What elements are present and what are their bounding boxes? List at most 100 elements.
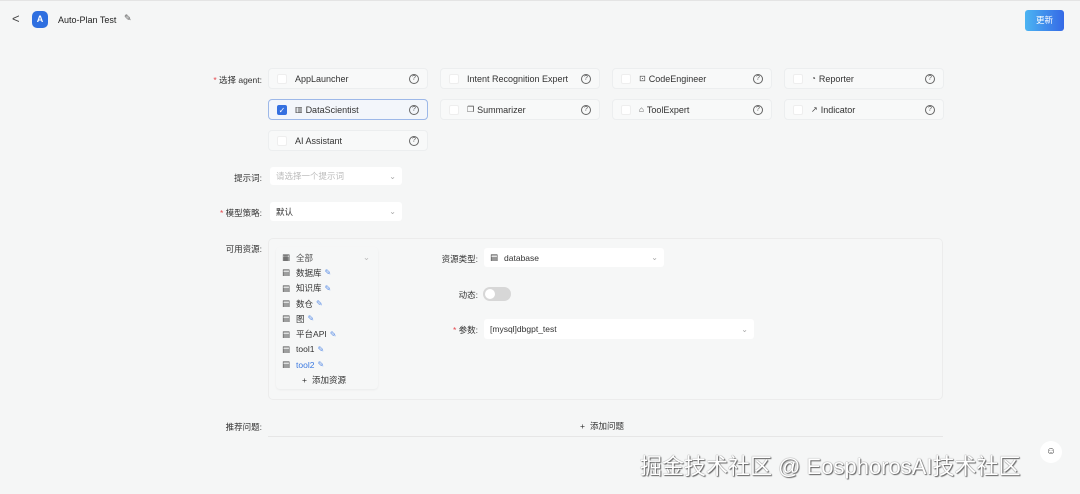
help-icon[interactable]: ?: [409, 135, 419, 146]
resource-list: ▦ 全部 ⌄ ▤ 数据库 ✎ ▤ 知识库 ✎ ▤ 数仓 ✎ ▤ 图 ✎ ▤ 平台API ✎ ▤ tool1 ✎ ▤ too…: [276, 247, 378, 389]
checkbox[interactable]: [449, 73, 459, 84]
edit-icon[interactable]: ✎: [308, 314, 315, 323]
add-question-button[interactable]: + 添加问题: [580, 420, 624, 432]
help-icon[interactable]: ?: [925, 104, 935, 115]
help-icon[interactable]: ?: [753, 104, 763, 115]
chevron-down-icon: ⌄: [741, 324, 748, 334]
database-icon: ▤: [282, 282, 291, 293]
params-value: [mysql]dbgpt_test: [490, 324, 557, 334]
agent-name: DataScientist: [305, 104, 359, 115]
agent-label: * 选择 agent:: [213, 75, 262, 85]
help-icon[interactable]: ?: [409, 73, 419, 84]
agent-name: Indicator: [820, 104, 856, 115]
database-icon: ▤: [282, 328, 291, 339]
agent-option[interactable]: AI Assistant?: [268, 130, 428, 151]
agent-option[interactable]: ⊡ CodeEngineer?: [612, 68, 772, 89]
edit-icon[interactable]: ✎: [316, 299, 323, 308]
resource-item[interactable]: ▤ 平台API ✎: [276, 326, 378, 341]
agent-icon: ▥: [295, 105, 303, 114]
resource-item[interactable]: ▤ 数仓 ✎: [276, 296, 378, 311]
agent-option[interactable]: ❐ Summarizer?: [440, 99, 600, 120]
agent-name: AppLauncher: [295, 73, 349, 84]
edit-title-icon[interactable]: ✎: [124, 13, 132, 24]
database-icon: ▤: [282, 359, 291, 370]
checkbox[interactable]: [277, 73, 287, 84]
divider: [268, 436, 943, 437]
app-title: Auto-Plan Test: [58, 15, 117, 25]
plus-icon: +: [580, 421, 585, 431]
agent-name: ToolExpert: [646, 104, 690, 115]
add-resource-label: 添加资源: [311, 375, 346, 386]
dynamic-label: 动态:: [458, 290, 478, 300]
resource-name: tool2: [296, 359, 315, 370]
resource-name: 知识库: [296, 283, 322, 294]
help-icon[interactable]: ?: [753, 73, 763, 84]
resource-item[interactable]: ▤ tool1 ✎: [276, 342, 378, 357]
agent-icon: ↗: [811, 105, 818, 114]
agent-icon: ❐: [467, 105, 475, 114]
add-question-label: 添加问题: [589, 421, 624, 431]
edit-icon[interactable]: ✎: [325, 284, 332, 293]
params-label: * 参数:: [452, 325, 478, 335]
edit-icon[interactable]: ✎: [330, 330, 337, 339]
agent-option[interactable]: Intent Recognition Expert?: [440, 68, 600, 89]
help-icon[interactable]: ?: [925, 73, 935, 84]
resource-name: 图: [296, 313, 305, 324]
resource-item[interactable]: ▤ tool2 ✎: [276, 357, 378, 372]
prompt-select[interactable]: 请选择一个提示词 ⌄: [270, 167, 402, 185]
model-select[interactable]: 默认 ⌄: [270, 202, 402, 221]
agent-option[interactable]: ⌂ ToolExpert?: [612, 99, 772, 120]
edit-icon[interactable]: ✎: [325, 268, 332, 277]
resource-name: tool1: [296, 344, 315, 355]
agent-option[interactable]: ↗ Indicator?: [784, 99, 944, 120]
dynamic-toggle[interactable]: [483, 287, 511, 301]
resource-item[interactable]: ▤ 知识库 ✎: [276, 281, 378, 296]
resource-all-label: 全部: [296, 252, 314, 263]
database-icon: ▤: [282, 298, 291, 309]
checkbox[interactable]: [621, 73, 631, 84]
checkbox[interactable]: [793, 104, 803, 115]
add-resource-button[interactable]: + 添加资源: [276, 372, 378, 387]
back-icon[interactable]: <: [12, 11, 20, 26]
resource-all[interactable]: ▦ 全部 ⌄: [276, 250, 378, 265]
database-icon: ▤: [282, 313, 291, 324]
checkbox[interactable]: [793, 73, 803, 84]
resource-item[interactable]: ▤ 数据库 ✎: [276, 265, 378, 280]
help-icon[interactable]: ?: [581, 73, 591, 84]
help-icon[interactable]: ?: [581, 104, 591, 115]
database-icon: ▤: [282, 343, 291, 354]
resource-name: 平台API: [296, 329, 327, 340]
plus-icon: +: [302, 375, 307, 386]
edit-icon[interactable]: ✎: [317, 360, 324, 369]
edit-icon[interactable]: ✎: [317, 345, 324, 354]
model-value: 默认: [276, 206, 294, 217]
chevron-down-icon: ⌄: [651, 253, 658, 262]
agent-option[interactable]: ◔ Reporter?: [784, 68, 944, 89]
checkbox[interactable]: ✓: [277, 104, 287, 115]
resource-type-select[interactable]: ▤ database ⌄: [484, 248, 664, 267]
chevron-down-icon: ⌄: [389, 207, 396, 216]
database-icon: ▤: [282, 267, 291, 278]
help-bot-icon[interactable]: ☺: [1040, 441, 1062, 463]
app-logo-icon: A: [32, 11, 48, 28]
agent-option[interactable]: AppLauncher?: [268, 68, 428, 89]
resource-name: 数据库: [296, 267, 322, 278]
agent-icon: ⊡: [639, 74, 646, 83]
grid-icon: ▦: [282, 252, 291, 263]
resources-label: 可用资源:: [225, 244, 262, 254]
resource-type-label: 资源类型:: [441, 254, 478, 264]
checkbox[interactable]: [621, 104, 631, 115]
agent-name: Intent Recognition Expert: [467, 73, 569, 84]
agent-name: AI Assistant: [295, 135, 343, 146]
params-select[interactable]: [mysql]dbgpt_test ⌄: [484, 319, 754, 339]
model-label: * 模型策略:: [219, 208, 262, 218]
checkbox[interactable]: [449, 104, 459, 115]
checkbox[interactable]: [277, 135, 287, 146]
questions-label: 推荐问题:: [225, 422, 262, 432]
agent-option[interactable]: ✓ ▥ DataScientist?: [268, 99, 428, 120]
update-button[interactable]: 更新: [1025, 10, 1064, 31]
chevron-down-icon: ⌄: [389, 171, 396, 181]
resource-name: 数仓: [296, 298, 314, 309]
resource-item[interactable]: ▤ 图 ✎: [276, 311, 378, 326]
help-icon[interactable]: ?: [409, 104, 419, 115]
